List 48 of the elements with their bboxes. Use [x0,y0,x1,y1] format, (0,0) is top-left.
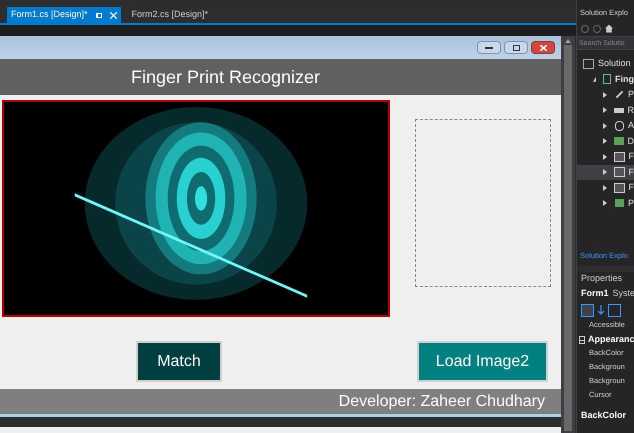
form-heading: Finger Print Recognizer [130,66,320,89]
form-button[interactable]: Load Image2 [417,341,548,382]
property-description: BackColor [580,409,628,422]
tree-item[interactable]: F [577,180,634,196]
close-icon[interactable] [540,44,546,50]
tree-item[interactable]: Solution [577,56,634,72]
close-button[interactable] [531,41,555,54]
developer-credit: Developer: Zaheer Chudhary [338,392,545,412]
tree-item[interactable]: P [577,196,634,211]
sort-icon[interactable] [597,305,605,315]
tree-item-label: F [628,150,634,163]
tree-item[interactable]: F [577,164,634,180]
form-button[interactable]: Match [136,341,222,382]
maximize-icon[interactable] [504,41,528,54]
tree-item[interactable]: R [577,102,634,118]
tree-item-label: Solution [598,57,631,70]
object-name: Form1 [581,287,609,300]
tree-item[interactable]: P [577,87,634,102]
minimize-icon[interactable] [477,41,501,54]
tree-item-label: A [628,119,634,132]
document-tab[interactable]: Form2.cs [Design]* [128,7,212,23]
panel-title: Properties [580,272,624,285]
tree-item-label: P [628,196,634,210]
home-icon[interactable] [605,24,613,32]
form-file-icon [614,167,624,178]
tree-item-label: Fing [615,72,634,86]
tree-item[interactable]: D [577,134,634,149]
tree-item[interactable]: F [577,149,634,164]
property-pages-icon[interactable] [608,304,621,316]
form-file-icon [614,182,624,193]
tree-item-label: F [628,166,634,178]
forward-icon[interactable] [593,24,601,32]
back-icon[interactable] [581,24,589,32]
tree-item-label: P [628,88,634,101]
form-file-icon [614,152,624,162]
tree-item[interactable]: A [577,118,634,134]
categorized-icon[interactable] [581,304,594,316]
collapse-icon[interactable] [579,336,585,344]
project-icon [603,74,611,84]
tree-item-label: D [628,134,634,148]
tree-item[interactable]: Fing [577,72,634,87]
tree-item-label: R [628,104,634,116]
tree-item-label: F [628,181,634,194]
close-icon[interactable] [110,12,117,18]
property-category: Appearanc [588,333,634,346]
solution-icon [583,58,594,69]
vertical-scrollbar[interactable] [561,36,575,433]
document-tab[interactable]: Form1.cs [Design]* [7,7,121,23]
